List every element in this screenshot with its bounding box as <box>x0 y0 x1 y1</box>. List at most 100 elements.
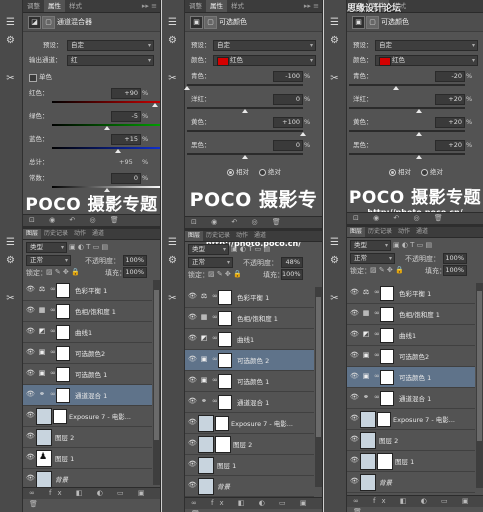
layer-name[interactable]: 背景 <box>379 477 392 487</box>
layer-row[interactable]: 👁 Exposure 7 - 电影... <box>347 409 475 430</box>
layer-row[interactable]: 👁 ▣ ∞ 可选颜色 1 <box>23 364 152 385</box>
absolute-radio[interactable] <box>259 169 266 176</box>
layers-footer-icons[interactable]: ∞ fx ◧ ◐ ▭ ▣ 🗑 <box>185 497 322 512</box>
cyan-slider-thumb[interactable] <box>184 86 190 90</box>
layer-mask[interactable] <box>215 416 229 431</box>
layer-row[interactable]: 👁 ⚖ ∞ 色彩平衡 1 <box>347 283 475 304</box>
tab-styles[interactable]: 样式 <box>227 0 248 12</box>
properties-tool-icon[interactable]: ⚙ <box>166 34 179 47</box>
eye-icon[interactable]: 👁 <box>350 456 359 464</box>
eye-icon[interactable]: 👁 <box>188 313 197 321</box>
layer-row[interactable]: 👁 图层 2 <box>185 434 314 455</box>
layer-mask[interactable] <box>380 286 394 301</box>
layer-name[interactable]: 曲线1 <box>75 327 92 337</box>
layer-row[interactable]: 👁 背景 <box>185 476 314 497</box>
layer-mask[interactable] <box>218 353 232 368</box>
layer-mask[interactable] <box>56 304 70 319</box>
lock-icons[interactable]: ▨ ✎ ✥ 🔒 <box>370 266 404 274</box>
lock-icons[interactable]: ▨ ✎ ✥ 🔒 <box>208 270 242 278</box>
mono-checkbox[interactable] <box>29 74 37 82</box>
properties-footer-icons[interactable]: ⊡ ◉ ↶ ◎ 🗑 <box>23 214 160 226</box>
layer-row[interactable]: 👁 ♟ 图层 1 <box>23 448 152 469</box>
layer-name[interactable]: 色相/饱和度 1 <box>399 309 440 319</box>
black-slider-track[interactable] <box>349 153 465 155</box>
eye-icon[interactable]: 👁 <box>350 435 359 443</box>
eye-icon[interactable]: 👁 <box>188 439 197 447</box>
yellow-value-input[interactable]: +20 <box>435 117 465 128</box>
filter-icons[interactable]: ▣ ◐ T ▭ ▤ <box>231 245 270 253</box>
panel-menu-icon[interactable]: ▸▸ ≡ <box>304 2 319 10</box>
tool-icon-history[interactable]: ⚙ <box>328 254 341 267</box>
tab-history[interactable]: 历史记录 <box>41 229 71 239</box>
layer-name[interactable]: 色相/饱和度 1 <box>237 313 278 323</box>
tab-actions[interactable]: 动作 <box>233 231 251 241</box>
tool-icon-layers[interactable]: ☰ <box>166 236 179 249</box>
yellow-slider-thumb[interactable] <box>416 132 422 136</box>
layer-row[interactable]: 👁 ◩ ∞ 曲线1 <box>185 329 314 350</box>
lock-icons[interactable]: ▨ ✎ ✥ 🔒 <box>46 268 80 276</box>
tool-icon-history[interactable]: ⚙ <box>166 254 179 267</box>
layer-name[interactable]: Exposure 7 - 电影... <box>231 418 293 428</box>
eye-icon[interactable]: 👁 <box>26 453 35 461</box>
layer-kind-filter[interactable]: 类型 <box>188 244 229 255</box>
layer-row[interactable]: 👁 图层 2 <box>23 427 152 448</box>
relative-radio[interactable] <box>227 169 234 176</box>
blend-mode-dropdown[interactable]: 正常 <box>188 257 233 268</box>
eye-icon[interactable]: 👁 <box>26 432 35 440</box>
layer-mask[interactable] <box>218 395 232 410</box>
tab-adjust[interactable]: 调整 <box>185 0 206 12</box>
layer-row[interactable]: 👁 ⚭ ∞ 通道混合 1 <box>347 388 475 409</box>
fill-input[interactable]: 100% <box>281 269 303 280</box>
blend-mode-dropdown[interactable]: 正常 <box>350 253 395 264</box>
properties-tool-icon[interactable]: ⚙ <box>4 34 17 47</box>
green-value-input[interactable]: -5 <box>111 111 141 122</box>
tab-properties[interactable]: 属性 <box>206 0 227 12</box>
layer-mask[interactable] <box>56 367 70 382</box>
tab-styles[interactable]: 样式 <box>65 0 86 12</box>
mask-icon[interactable]: ▢ <box>204 16 217 29</box>
tab-layers[interactable]: 图层 <box>185 231 204 241</box>
cyan-slider-thumb[interactable] <box>393 86 399 90</box>
layer-name[interactable]: 图层 2 <box>55 432 74 442</box>
layers-scrollbar[interactable] <box>315 287 322 487</box>
layers-footer-icons[interactable]: ∞ fx ◧ ◐ ▭ ▣ 🗑 <box>23 487 160 508</box>
color-dropdown[interactable]: 红色 <box>213 55 316 66</box>
tool-icon-layers[interactable]: ☰ <box>328 236 341 249</box>
layer-name[interactable]: 曲线1 <box>237 334 254 344</box>
eye-icon[interactable]: 👁 <box>350 414 359 422</box>
tab-layers[interactable]: 图层 <box>23 229 42 239</box>
yellow-slider-thumb[interactable] <box>300 132 306 136</box>
layer-name[interactable]: 可选颜色 1 <box>75 369 107 379</box>
layer-mask[interactable] <box>218 332 232 347</box>
eye-icon[interactable]: 👁 <box>26 285 35 293</box>
eye-icon[interactable]: 👁 <box>350 372 359 380</box>
layer-name[interactable]: Exposure 7 - 电影... <box>69 411 131 421</box>
eye-icon[interactable]: 👁 <box>350 477 359 485</box>
layers-footer-icons[interactable]: ∞ fx ◧ ◐ ▭ ▣ 🗑 <box>347 495 483 512</box>
tab-properties[interactable]: 属性 <box>44 0 65 12</box>
eye-icon[interactable]: 👁 <box>26 327 35 335</box>
layer-row[interactable]: 👁 ▣ ∞ 可选颜色 1 <box>185 371 314 392</box>
black-slider-thumb[interactable] <box>416 155 422 159</box>
eye-icon[interactable]: 👁 <box>26 306 35 314</box>
color-dropdown[interactable]: 红色 <box>375 55 478 66</box>
layer-row[interactable]: 👁 ◩ ∞ 曲线1 <box>347 325 475 346</box>
tools-icon[interactable]: ✂ <box>166 72 179 85</box>
layer-row-selected[interactable]: 👁 ▣ ∞ 可选颜色 2 <box>185 350 314 371</box>
layer-name[interactable]: 背景 <box>55 474 68 484</box>
tool-icon-actions[interactable]: ✂ <box>4 292 17 305</box>
layer-mask[interactable] <box>56 283 70 298</box>
opacity-input[interactable]: 100% <box>123 255 147 266</box>
layer-row[interactable]: 👁 ▣ ∞ 可选颜色2 <box>347 346 475 367</box>
cyan-slider-track[interactable] <box>349 84 465 86</box>
layer-row[interactable]: 👁 ⚭ ∞ 通道混合 1 <box>185 392 314 413</box>
mask-icon[interactable]: ▢ <box>366 16 379 29</box>
layer-name[interactable]: 可选颜色 1 <box>237 376 269 386</box>
layer-row[interactable]: 👁 ▦ ∞ 色相/饱和度 1 <box>185 308 314 329</box>
layer-mask[interactable] <box>53 409 67 424</box>
cyan-value-input[interactable]: -100 <box>273 71 303 82</box>
properties-footer-icons[interactable]: ⊡ ◉ ↶ ◎ 🗑 <box>347 212 483 224</box>
eye-icon[interactable]: 👁 <box>188 397 197 405</box>
tab-actions[interactable]: 动作 <box>71 229 89 239</box>
eye-icon[interactable]: 👁 <box>350 330 359 338</box>
